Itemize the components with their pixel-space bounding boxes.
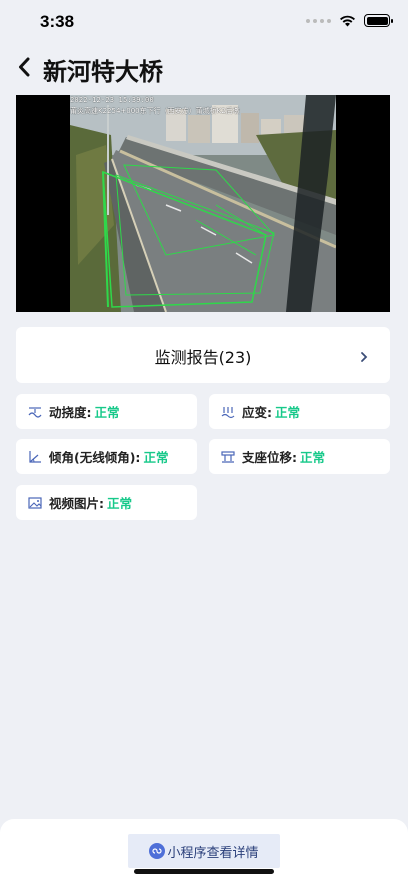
metric-label: 支座位移: xyxy=(242,450,297,465)
metric-status: 正常 xyxy=(300,450,326,465)
battery-icon xyxy=(364,14,393,27)
monitoring-report-label: 监测报告(23) xyxy=(154,348,252,367)
metric-status: 正常 xyxy=(143,450,169,465)
video-caption: 莆炎高速K2254+000东下行（西安方）莆城桥K2后墩 xyxy=(70,107,240,115)
monitoring-report-card[interactable]: 监测报告(23) xyxy=(16,327,390,383)
metric-status: 正常 xyxy=(94,405,120,420)
strain-icon xyxy=(221,405,235,419)
mini-program-icon xyxy=(149,843,166,859)
metric-label: 视频图片: xyxy=(49,496,104,511)
home-indicator[interactable] xyxy=(134,869,274,874)
dynamic-deflection-icon xyxy=(28,405,42,419)
metric-status: 正常 xyxy=(107,496,133,511)
video-player[interactable]: 2022-12-23 15:39:00 莆炎高速K2254+000东下行（西安方… xyxy=(16,95,390,312)
metric-card-tilt[interactable]: 倾角(无线倾角): 正常 xyxy=(16,439,197,474)
more-dots-icon xyxy=(306,18,331,23)
status-icons xyxy=(306,14,393,27)
video-image-icon xyxy=(28,496,42,510)
header: 新河特大桥 xyxy=(0,48,408,88)
metric-card-strain[interactable]: 应变: 正常 xyxy=(209,394,390,429)
wifi-icon xyxy=(340,15,355,27)
bridge-camera-frame xyxy=(16,95,390,312)
status-time: 3:38 xyxy=(40,12,75,31)
metric-card-video-image[interactable]: 视频图片: 正常 xyxy=(16,485,197,520)
bearing-icon xyxy=(221,450,235,464)
mini-program-details-button[interactable]: 小程序查看详情 xyxy=(128,834,280,868)
metric-label: 应变: xyxy=(242,405,272,420)
metric-label: 动挠度: xyxy=(49,405,92,420)
page-title: 新河特大桥 xyxy=(43,58,163,86)
metric-label: 倾角(无线倾角): xyxy=(49,450,141,465)
mini-program-button-label: 小程序查看详情 xyxy=(167,845,259,861)
metric-status: 正常 xyxy=(275,405,301,420)
tilt-icon xyxy=(28,450,42,464)
video-timestamp: 2022-12-23 15:39:00 xyxy=(70,96,154,104)
chevron-right-icon xyxy=(360,348,368,367)
status-bar: 3:38 xyxy=(0,0,408,44)
metric-card-bearing-displacement[interactable]: 支座位移: 正常 xyxy=(209,439,390,474)
back-chevron-icon[interactable] xyxy=(14,54,34,80)
metric-card-dynamic-deflection[interactable]: 动挠度: 正常 xyxy=(16,394,197,429)
